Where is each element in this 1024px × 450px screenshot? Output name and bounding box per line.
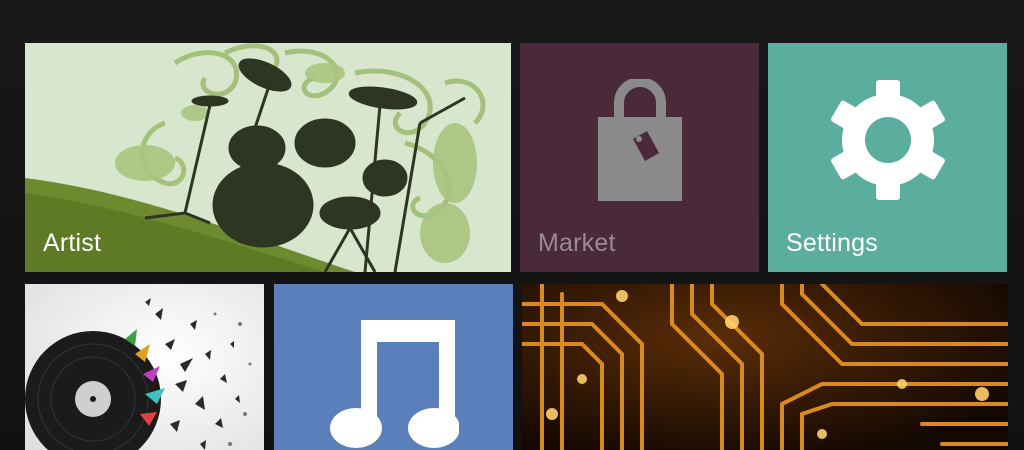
vinyl-tile[interactable] [25, 284, 264, 450]
artist-tile-label: Artist [43, 229, 102, 257]
orange-circuit-board [522, 284, 1008, 450]
music-tile[interactable] [274, 284, 513, 450]
settings-tile[interactable]: Settings [768, 43, 1007, 272]
settings-tile-label: Settings [786, 229, 878, 257]
market-tile-label: Market [538, 229, 616, 257]
shattering-vinyl-record [25, 284, 264, 450]
market-tile[interactable]: Market [520, 43, 759, 272]
shopping-bag-icon [598, 79, 682, 201]
music-note-icon [330, 320, 459, 448]
gear-icon [831, 80, 945, 200]
circuit-tile[interactable] [522, 284, 1008, 450]
start-screen: Artist Market Settings [0, 0, 1024, 450]
artist-tile[interactable]: Artist [25, 43, 511, 272]
